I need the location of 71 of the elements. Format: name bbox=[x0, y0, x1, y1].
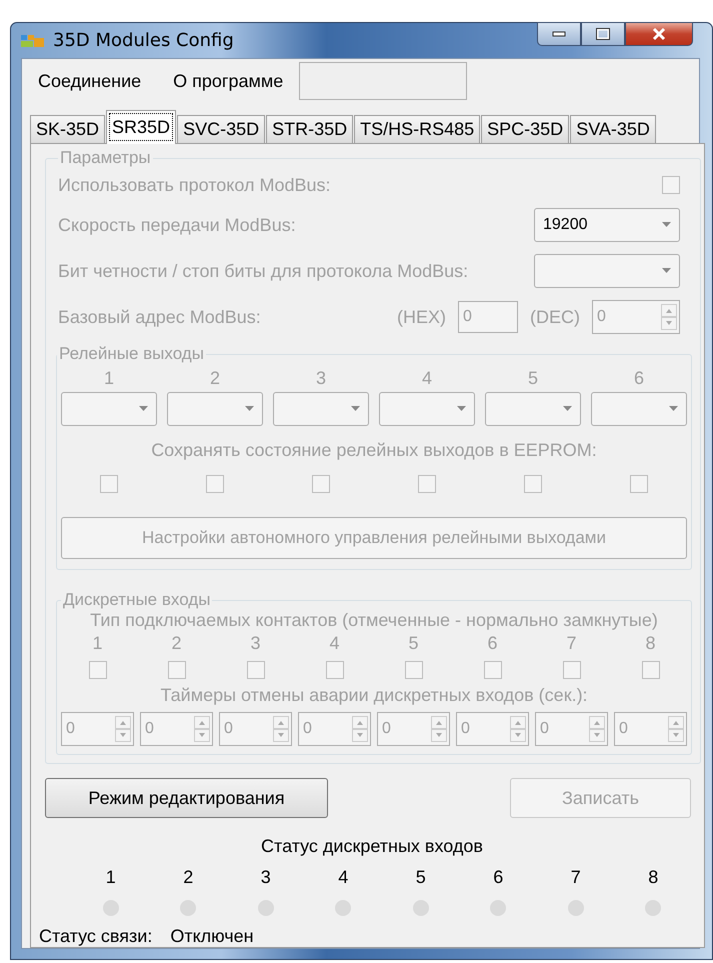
column-number: 6 bbox=[634, 367, 644, 390]
field-label: (HEX) bbox=[397, 306, 446, 328]
spinner-arrows-icon[interactable] bbox=[431, 716, 447, 742]
spinner-arrows-icon[interactable] bbox=[194, 716, 210, 742]
tab[interactable]: SVC-35D bbox=[177, 115, 266, 143]
edit-mode-button[interactable]: Режим редактирования bbox=[45, 778, 328, 818]
spinner-arrows-icon[interactable] bbox=[115, 716, 131, 742]
maximize-icon bbox=[596, 28, 610, 40]
spinner-arrows-icon[interactable] bbox=[668, 716, 684, 742]
column-number: 6 bbox=[487, 632, 498, 655]
status-label: Статус связи: bbox=[39, 926, 152, 947]
tab[interactable]: SPC-35D bbox=[481, 115, 570, 143]
field-label: Бит четности / стоп биты для протокола ModBus: bbox=[58, 260, 468, 282]
dropdown-arrow-icon bbox=[669, 406, 678, 411]
column-number: 8 bbox=[648, 867, 658, 888]
window-title: 35D Modules Config bbox=[53, 30, 234, 51]
tab[interactable]: TS/HS-RS485 bbox=[354, 115, 480, 143]
app-logo-icon bbox=[21, 32, 45, 48]
column-number: 3 bbox=[250, 632, 260, 655]
close-icon bbox=[651, 27, 667, 41]
column-number: 3 bbox=[260, 867, 271, 888]
spinner-arrows-icon[interactable] bbox=[510, 716, 526, 742]
column-number: 8 bbox=[645, 632, 656, 655]
menu-item[interactable]: О программе bbox=[173, 70, 284, 92]
column-number: 5 bbox=[528, 367, 538, 390]
column-number: 1 bbox=[92, 632, 102, 655]
group-title: Дискретные входы bbox=[62, 590, 212, 610]
column-number: 2 bbox=[210, 367, 220, 390]
tab[interactable]: SR35D bbox=[106, 110, 176, 144]
field-label: Таймеры отмены аварии дискретных входов (сек.): bbox=[159, 685, 589, 706]
dropdown-arrow-icon bbox=[351, 406, 360, 411]
close-button[interactable] bbox=[625, 22, 693, 46]
status-value: Отключен bbox=[170, 926, 254, 947]
field-label: Базовый адрес ModBus: bbox=[58, 306, 262, 328]
field-label: Скорость передачи ModBus: bbox=[58, 214, 296, 236]
dropdown-arrow-icon bbox=[563, 406, 572, 411]
column-number: 5 bbox=[416, 867, 426, 888]
field-label: Использовать протокол ModBus: bbox=[58, 174, 330, 196]
spinner-arrows-icon[interactable] bbox=[273, 716, 289, 742]
dropdown-arrow-icon bbox=[139, 406, 148, 411]
dropdown-arrow-icon bbox=[662, 268, 671, 273]
minimize-icon bbox=[552, 31, 566, 37]
dropdown-arrow-icon bbox=[662, 222, 671, 227]
tab[interactable]: SVA-35D bbox=[570, 115, 656, 143]
maximize-button[interactable] bbox=[581, 22, 625, 46]
group-title: Параметры bbox=[59, 148, 152, 168]
column-number: 7 bbox=[566, 632, 576, 655]
column-number: 1 bbox=[104, 367, 114, 390]
column-number: 6 bbox=[493, 867, 504, 888]
section-title: Статус дискретных входов bbox=[260, 836, 484, 857]
spinner-arrows-icon[interactable] bbox=[352, 716, 368, 742]
column-number: 4 bbox=[338, 867, 348, 888]
column-number: 3 bbox=[316, 367, 326, 390]
menu-item[interactable]: Соединение bbox=[38, 70, 142, 92]
tab[interactable]: STR-35D bbox=[266, 115, 354, 143]
column-number: 7 bbox=[570, 867, 581, 888]
tab[interactable]: SK-35D bbox=[30, 115, 106, 143]
column-number: 2 bbox=[171, 632, 182, 655]
spinner-arrows-icon[interactable] bbox=[589, 716, 605, 742]
group-title: Релейные выходы bbox=[58, 344, 205, 364]
column-number: 1 bbox=[106, 867, 116, 888]
column-number: 4 bbox=[422, 367, 432, 390]
field-label: Сохранять состояние релейных выходов в EEPROM: bbox=[150, 440, 598, 461]
column-number: 5 bbox=[408, 632, 418, 655]
dropdown-arrow-icon bbox=[245, 406, 254, 411]
field-label: (DEC) bbox=[530, 306, 580, 328]
minimize-button[interactable] bbox=[537, 22, 581, 46]
field-label: Тип подключаемых контактов (отмеченные - нормально замкнутые) bbox=[89, 610, 659, 631]
dropdown-arrow-icon bbox=[457, 406, 466, 411]
column-number: 2 bbox=[183, 867, 194, 888]
column-number: 4 bbox=[329, 632, 340, 655]
